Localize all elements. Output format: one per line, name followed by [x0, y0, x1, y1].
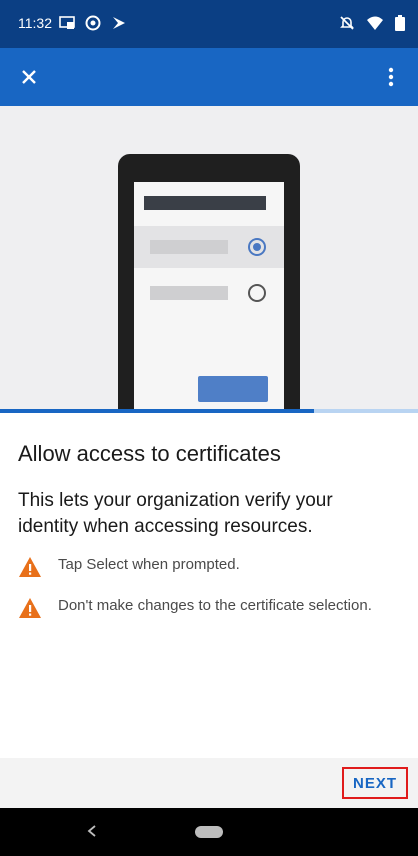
back-icon[interactable]	[86, 824, 98, 838]
phone-illustration	[0, 106, 418, 409]
status-time: 11:32	[18, 15, 52, 31]
wifi-icon	[367, 16, 383, 30]
more-options-button[interactable]	[378, 64, 404, 90]
note-item: Tap Select when prompted.	[18, 555, 398, 578]
warning-icon	[19, 557, 41, 577]
radio-selected-icon	[248, 238, 266, 256]
note-item: Don't make changes to the certificate se…	[18, 596, 398, 619]
note-text: Don't make changes to the certificate se…	[58, 597, 372, 614]
status-bar: 11:32	[0, 0, 418, 48]
note-text: Tap Select when prompted.	[58, 556, 240, 573]
phone-frame	[118, 154, 300, 409]
page-description: This lets your organization verify your …	[18, 490, 333, 537]
warning-icon	[19, 598, 41, 618]
illustration-option-bar	[150, 286, 228, 300]
next-button[interactable]: NEXT	[342, 767, 408, 799]
illustration-button	[198, 376, 268, 402]
signal-alt-icon	[113, 17, 125, 29]
close-icon	[22, 70, 36, 84]
close-button[interactable]	[16, 64, 42, 90]
illustration-header-bar	[144, 196, 266, 210]
page-title: Allow access to certificates	[18, 441, 281, 466]
cast-icon	[59, 16, 75, 29]
radio-unselected-icon	[248, 284, 266, 302]
phone-screen	[134, 182, 284, 409]
home-button[interactable]	[195, 826, 223, 838]
illustration-option-bar	[150, 240, 228, 254]
status-icons-right	[338, 14, 406, 32]
do-not-disturb-icon	[340, 16, 354, 30]
app-bar	[0, 48, 418, 106]
more-vertical-icon	[388, 67, 394, 87]
progress-track	[0, 409, 418, 413]
status-icons-left	[58, 14, 128, 32]
progress-fill	[0, 409, 314, 413]
system-nav-bar	[0, 808, 418, 856]
footer: NEXT	[0, 758, 418, 808]
battery-icon	[395, 15, 405, 31]
sync-icon	[85, 15, 101, 31]
